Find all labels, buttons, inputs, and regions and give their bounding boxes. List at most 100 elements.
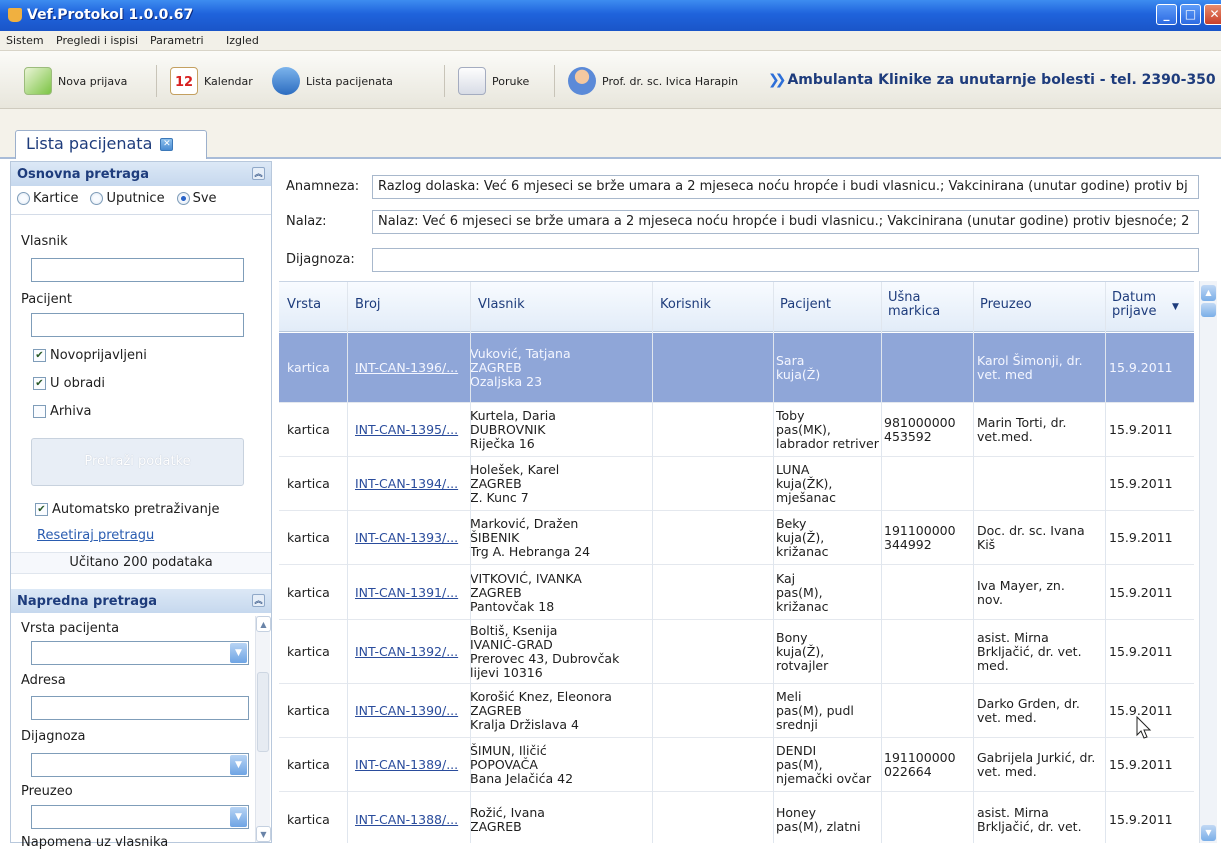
sort-desc-icon[interactable]: ▼ xyxy=(1172,300,1179,314)
col-pacijent[interactable]: Pacijent xyxy=(780,298,831,312)
cell-vlasnik-line: DUBROVNIK xyxy=(470,422,546,437)
lista-pacijenata-button[interactable]: Lista pacijenata xyxy=(272,65,393,97)
collapse-up-icon[interactable]: ︽ xyxy=(252,594,265,607)
table-row[interactable]: kartica INT-CAN-1395/... Kurtela, Daria DUB… xyxy=(279,403,1194,457)
osnovna-pretraga-header[interactable]: Osnovna pretraga ︽ xyxy=(11,162,271,186)
arhiva-checkbox[interactable]: Arhiva xyxy=(33,404,92,419)
table-row[interactable]: kartica INT-CAN-1394/... Holešek, Karel ZAG… xyxy=(279,457,1194,511)
menu-pregledi[interactable]: Pregledi i ispisi xyxy=(56,34,138,47)
cell-broj[interactable]: INT-CAN-1390/... xyxy=(355,704,458,718)
dijagnoza-dropdown[interactable]: ▼ xyxy=(31,753,249,777)
auto-search-checkbox[interactable]: ✔ Automatsko pretraživanje xyxy=(35,502,220,517)
cell-datum: 15.9.2011 xyxy=(1109,812,1173,827)
reset-search-link[interactable]: Resetiraj pretragu xyxy=(37,528,154,543)
napredna-pretraga-title: Napredna pretraga xyxy=(17,594,158,609)
menu-parametri[interactable]: Parametri xyxy=(150,34,204,47)
radio-sve[interactable]: Sve xyxy=(176,191,217,206)
maximize-button[interactable]: □ xyxy=(1180,4,1201,25)
col-vlasnik[interactable]: Vlasnik xyxy=(478,298,525,312)
cell-usna-markica-line: 453592 xyxy=(884,429,932,444)
radio-uputnice[interactable]: Uputnice xyxy=(90,191,165,206)
scroll-thumb[interactable] xyxy=(1201,303,1216,317)
col-vrsta[interactable]: Vrsta xyxy=(287,298,321,312)
table-scrollbar[interactable]: ▲ ▼ xyxy=(1199,281,1217,843)
menu-izgled[interactable]: Izgled xyxy=(226,34,259,47)
scroll-down-icon[interactable]: ▼ xyxy=(256,826,271,842)
radio-kartice[interactable]: Kartice xyxy=(17,191,78,206)
novoprijavljeni-checkbox[interactable]: ✔ Novoprijavljeni xyxy=(33,348,147,363)
user-button[interactable]: Prof. dr. sc. Ivica Harapin xyxy=(568,65,738,97)
scroll-up-icon[interactable]: ▲ xyxy=(256,616,271,632)
cell-pacijent-line: labrador retriver xyxy=(776,436,879,451)
dijagnoza-label: Dijagnoza xyxy=(21,729,86,744)
table-row[interactable]: kartica INT-CAN-1391/... VITKOVIĆ, IVANKA Z… xyxy=(279,565,1194,620)
col-broj[interactable]: Broj xyxy=(355,298,381,312)
vrsta-pacijenta-dropdown[interactable]: ▼ xyxy=(31,641,249,665)
cell-pacijent: Beky kuja(Ž), križanac xyxy=(776,517,829,559)
tab-label: Lista pacijenata xyxy=(26,134,153,153)
scroll-down-icon[interactable]: ▼ xyxy=(1201,825,1216,841)
cell-broj[interactable]: INT-CAN-1393/... xyxy=(355,531,458,545)
cell-vrsta: kartica xyxy=(287,703,330,718)
cell-preuzeo: Marin Torti, dr. vet.med. xyxy=(977,416,1066,444)
cell-vlasnik-line: Holešek, Karel xyxy=(470,462,560,477)
dijagnoza-field[interactable] xyxy=(372,248,1199,272)
novoprijavljeni-label: Novoprijavljeni xyxy=(50,348,147,363)
cell-broj[interactable]: INT-CAN-1394/... xyxy=(355,477,458,491)
kalendar-button[interactable]: 12 Kalendar xyxy=(170,65,253,97)
minimize-button[interactable]: _ xyxy=(1156,4,1177,25)
cell-vlasnik-line: Prerovec 43, Dubrovčak xyxy=(470,651,620,666)
adresa-input[interactable] xyxy=(31,696,249,720)
menu-sistem[interactable]: Sistem xyxy=(6,34,44,47)
search-button[interactable]: Pretraži podatke xyxy=(31,438,244,486)
cell-broj[interactable]: INT-CAN-1391/... xyxy=(355,586,458,600)
cell-vrsta: kartica xyxy=(287,476,330,491)
anamneza-field[interactable]: Razlog dolaska: Već 6 mjeseci se brže um… xyxy=(372,175,1199,199)
preuzeo-dropdown[interactable]: ▼ xyxy=(31,805,249,829)
close-button[interactable]: ✕ xyxy=(1204,4,1221,25)
cell-usna-markica-line: 191100000 xyxy=(884,750,956,765)
app-icon xyxy=(8,8,22,22)
scroll-thumb[interactable] xyxy=(257,672,269,752)
cell-preuzeo: Gabrijela Jurkić, dr. vet. med. xyxy=(977,751,1095,779)
cell-broj[interactable]: INT-CAN-1388/... xyxy=(355,813,458,827)
cell-usna-markica-line: 344992 xyxy=(884,537,932,552)
collapse-up-icon[interactable]: ︽ xyxy=(252,167,265,180)
nalaz-field[interactable]: Nalaz: Već 6 mjeseci se brže umara a 2 m… xyxy=(372,210,1199,234)
u-obradi-checkbox[interactable]: ✔ U obradi xyxy=(33,376,105,391)
table-row[interactable]: kartica INT-CAN-1392/... Boltiš, Ksenija IV… xyxy=(279,620,1194,684)
table-row[interactable]: kartica INT-CAN-1389/... ŠIMUN, Iličić POPO… xyxy=(279,738,1194,792)
close-tab-icon[interactable]: ✕ xyxy=(160,138,174,151)
tab-lista-pacijenata[interactable]: Lista pacijenata ✕ xyxy=(15,130,207,159)
search-panel: Osnovna pretraga ︽ Kartice Uputnice Sve … xyxy=(10,161,272,850)
cell-pacijent-line: DENDI xyxy=(776,743,817,758)
col-korisnik[interactable]: Korisnik xyxy=(660,298,711,312)
table-row[interactable]: kartica INT-CAN-1388/... Rožić, Ivana ZAGRE… xyxy=(279,792,1194,843)
col-preuzeo[interactable]: Preuzeo xyxy=(980,298,1032,312)
nova-prijava-button[interactable]: Nova prijava xyxy=(24,65,127,97)
cell-vlasnik: Rožić, Ivana ZAGREB xyxy=(470,806,545,834)
col-usna-markica[interactable]: Ušna markica xyxy=(888,291,948,319)
new-document-icon xyxy=(24,67,52,95)
cell-broj[interactable]: INT-CAN-1395/... xyxy=(355,423,458,437)
advanced-scrollbar[interactable]: ▲ ▼ xyxy=(255,616,271,842)
cell-broj[interactable]: INT-CAN-1396/... xyxy=(355,361,458,375)
cell-pacijent-line: pas(M), xyxy=(776,757,823,772)
vlasnik-input[interactable] xyxy=(31,258,244,282)
cell-broj[interactable]: INT-CAN-1392/... xyxy=(355,645,458,659)
ambulanta-label: ❯❯ Ambulanta Klinike za unutarnje bolesti… xyxy=(768,72,1216,88)
table-row[interactable]: kartica INT-CAN-1396/... Vuković, Tatjana Z… xyxy=(279,333,1194,403)
table-row[interactable]: kartica INT-CAN-1393/... Marković, Dražen Š… xyxy=(279,511,1194,565)
cell-preuzeo-line: Brkljačić, dr. vet. xyxy=(977,819,1082,834)
napredna-pretraga-header[interactable]: Napredna pretraga ︽ xyxy=(11,589,271,613)
scroll-up-icon[interactable]: ▲ xyxy=(1201,285,1216,301)
table-row[interactable]: kartica INT-CAN-1390/... Korošić Knez, Ele… xyxy=(279,684,1194,738)
cell-vrsta: kartica xyxy=(287,360,330,375)
cell-pacijent-line: Sara xyxy=(776,353,805,368)
cell-broj[interactable]: INT-CAN-1389/... xyxy=(355,758,458,772)
cell-pacijent: Kaj pas(M), križanac xyxy=(776,572,829,614)
cell-vlasnik: Vuković, Tatjana ZAGREB Ozaljska 23 xyxy=(470,347,571,389)
col-datum-prijave[interactable]: Datum prijave xyxy=(1112,291,1166,319)
poruke-button[interactable]: Poruke xyxy=(458,65,529,97)
pacijent-input[interactable] xyxy=(31,313,244,337)
